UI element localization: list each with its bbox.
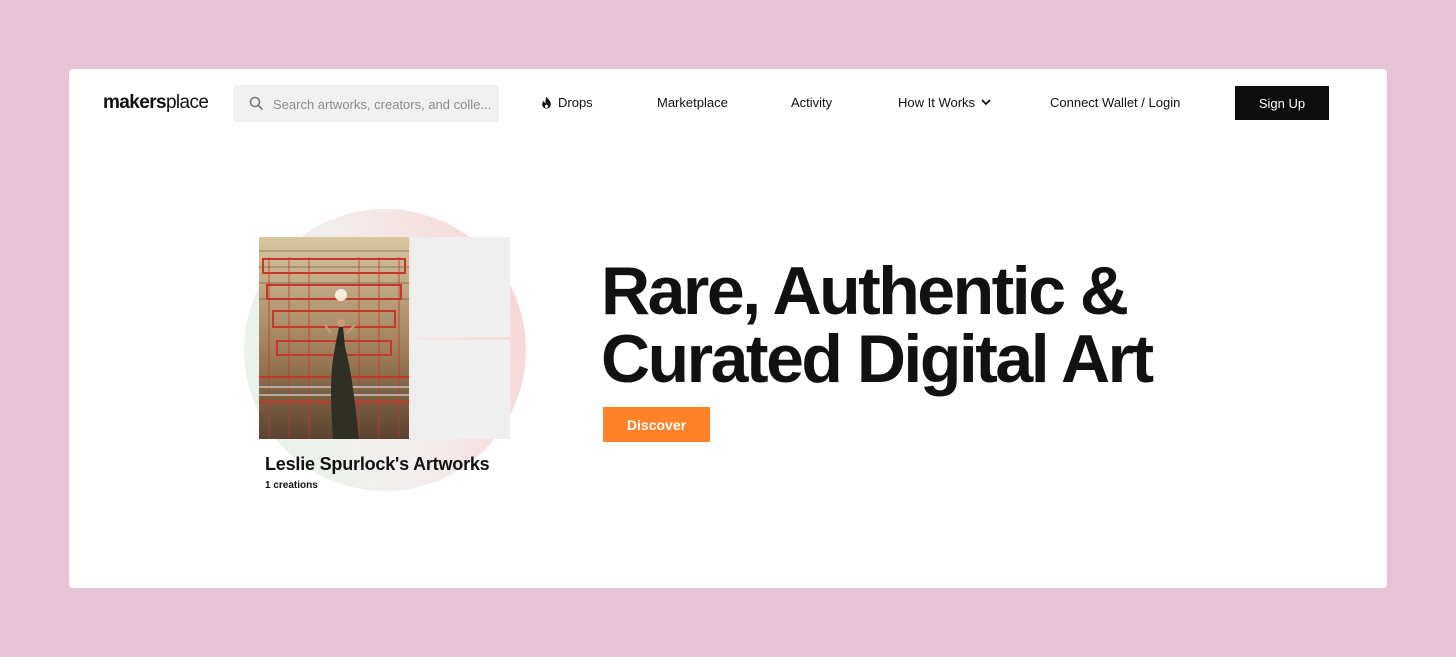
artwork-placeholder-tile bbox=[411, 237, 510, 337]
hero-headline-line-2: Curated Digital Art bbox=[601, 321, 1154, 397]
sign-up-button[interactable]: Sign Up bbox=[1235, 86, 1329, 120]
hero-headline-line-1: Rare, Authentic & bbox=[601, 253, 1129, 329]
artwork-photo bbox=[259, 237, 409, 439]
collection-name[interactable]: Leslie Spurlock's Artworks bbox=[265, 454, 490, 475]
chevron-down-icon bbox=[981, 99, 991, 106]
search-icon bbox=[249, 96, 263, 110]
nav-activity[interactable]: Activity bbox=[791, 95, 832, 110]
nav-marketplace[interactable]: Marketplace bbox=[657, 95, 728, 110]
artwork-placeholder-tile bbox=[411, 340, 510, 439]
nav-how-it-works[interactable]: How It Works bbox=[898, 95, 991, 110]
makersplace-logo[interactable]: makersplace bbox=[103, 92, 209, 114]
main-card: makersplace Drops Marketplace Activity H… bbox=[69, 69, 1387, 588]
nav-marketplace-label: Marketplace bbox=[657, 95, 728, 110]
collection-count: 1 creations bbox=[265, 480, 318, 491]
nav-connect-wallet-label: Connect Wallet / Login bbox=[1050, 95, 1181, 110]
search-input[interactable] bbox=[271, 93, 497, 116]
featured-artwork-image[interactable] bbox=[259, 237, 409, 439]
nav-drops-label: Drops bbox=[558, 95, 593, 110]
flame-icon bbox=[542, 96, 551, 109]
nav-drops[interactable]: Drops bbox=[541, 95, 593, 110]
nav-connect-wallet[interactable]: Connect Wallet / Login bbox=[1050, 95, 1180, 110]
hero-headline: Rare, Authentic & Curated Digital Art bbox=[601, 257, 1241, 393]
discover-button[interactable]: Discover bbox=[603, 407, 710, 442]
nav-how-it-works-label: How It Works bbox=[898, 95, 976, 110]
nav-activity-label: Activity bbox=[791, 95, 833, 110]
search-box[interactable] bbox=[233, 85, 499, 122]
